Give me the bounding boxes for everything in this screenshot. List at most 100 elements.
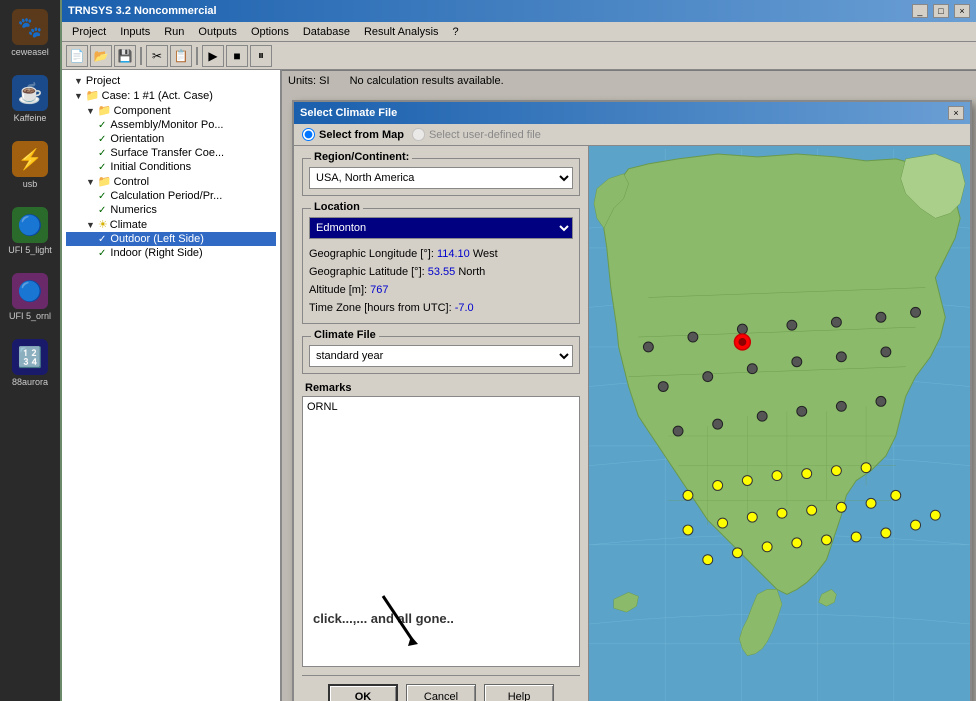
- dialog-overlay: Select Climate File × Select from Map: [282, 70, 976, 701]
- altitude-row: Altitude [m]: 767: [309, 281, 573, 299]
- tree-outdoor-label: Outdoor (Left Side): [110, 233, 204, 245]
- toolbar-copy[interactable]: 📋: [170, 45, 192, 67]
- outdoor-check-icon: ✓: [98, 234, 106, 245]
- tree-surface-transfer[interactable]: ✓ Surface Transfer Coe...: [66, 146, 276, 160]
- dialog-close-button[interactable]: ×: [948, 106, 964, 120]
- menu-help[interactable]: ?: [447, 25, 465, 39]
- component-expand-icon: ▼: [86, 106, 95, 116]
- longitude-value: 114.10: [437, 248, 470, 260]
- numerics-check-icon: ✓: [98, 205, 106, 216]
- dialog-buttons: OK Cancel Help: [302, 675, 580, 701]
- usb-icon: ⚡: [12, 141, 48, 177]
- dialog-body: Region/Continent: USA, North America Eur…: [294, 146, 970, 701]
- tree-calc-period[interactable]: ✓ Calculation Period/Pr...: [66, 189, 276, 203]
- toolbar-cut[interactable]: ✂: [146, 45, 168, 67]
- assembly-check-icon: ✓: [98, 120, 106, 131]
- case-icon: 📁: [86, 89, 100, 102]
- taskbar-icon-ceweasel[interactable]: 🐾 ceweasel: [5, 4, 55, 62]
- app-title-bar: TRNSYS 3.2 Noncommercial _ □ ×: [62, 0, 976, 22]
- tree-orientation[interactable]: ✓ Orientation: [66, 132, 276, 146]
- ufi5ornl-label: UFI 5_ornl: [9, 311, 51, 321]
- tree-root[interactable]: ▼ Project: [66, 74, 276, 88]
- toolbar-pause[interactable]: ⏸: [250, 45, 272, 67]
- edmonton-inner: [738, 338, 746, 346]
- toolbar-stop[interactable]: ■: [226, 45, 248, 67]
- region-select[interactable]: USA, North America Europe Asia: [309, 167, 573, 189]
- tree-outdoor[interactable]: ✓ Outdoor (Left Side): [66, 232, 276, 246]
- map-area[interactable]: [589, 146, 970, 701]
- tab-map-radio[interactable]: [302, 128, 315, 141]
- tab-map-label: Select from Map: [319, 129, 404, 141]
- dialog-controls: ×: [948, 106, 964, 120]
- tab-row: Select from Map Select user-defined file: [294, 124, 970, 146]
- ceweasel-icon: 🐾: [12, 9, 48, 45]
- taskbar-icon-ufi5ornl[interactable]: 🔵 UFI 5_ornl: [5, 268, 55, 326]
- tree-surface-label: Surface Transfer Coe...: [110, 147, 224, 159]
- orientation-check-icon: ✓: [98, 134, 106, 145]
- minimize-button[interactable]: _: [912, 4, 928, 18]
- main-content: Select Climate File × Select from Map: [282, 70, 976, 701]
- climate-icon: ☀: [98, 218, 108, 231]
- cancel-button[interactable]: Cancel: [406, 684, 476, 701]
- tree-case[interactable]: ▼ 📁 Case: 1 #1 (Act. Case): [66, 88, 276, 103]
- toolbar-open[interactable]: 📂: [90, 45, 112, 67]
- timezone-value: -7.0: [455, 302, 474, 314]
- tree-assembly-label: Assembly/Monitor Po...: [110, 119, 223, 131]
- annotation-arrow: [363, 586, 443, 666]
- menu-project[interactable]: Project: [66, 25, 112, 39]
- toolbar: 📄 📂 💾 ✂ 📋 ▶ ■ ⏸: [62, 42, 976, 70]
- longitude-label: Geographic Longitude [°]:: [309, 248, 434, 260]
- toolbar-save[interactable]: 💾: [114, 45, 136, 67]
- taskbar-icon-88aurora[interactable]: 🔢 88aurora: [5, 334, 55, 392]
- remarks-section: Remarks ORNL click...,... and all gone..: [302, 382, 580, 667]
- tab-select-from-map[interactable]: Select from Map: [302, 128, 404, 141]
- title-bar-controls: _ □ ×: [910, 4, 970, 18]
- maximize-button[interactable]: □: [933, 4, 949, 18]
- desktop: 🐾 ceweasel ☕ Kaffeine ⚡ usb 🔵 UFI 5_ligh…: [0, 0, 976, 701]
- taskbar-icon-kaffeine[interactable]: ☕ Kaffeine: [5, 70, 55, 128]
- dialog-title: Select Climate File: [300, 107, 397, 119]
- tree-root-label: Project: [86, 75, 120, 87]
- menu-run[interactable]: Run: [158, 25, 190, 39]
- calc-check-icon: ✓: [98, 191, 106, 202]
- component-icon: 📁: [98, 104, 112, 117]
- case-expand-icon: ▼: [74, 91, 83, 101]
- tree-numerics[interactable]: ✓ Numerics: [66, 203, 276, 217]
- menu-result-analysis[interactable]: Result Analysis: [358, 25, 445, 39]
- taskbar-icon-ufi5light[interactable]: 🔵 UFI 5_light: [5, 202, 55, 260]
- tree-indoor[interactable]: ✓ Indoor (Right Side): [66, 246, 276, 260]
- tree-initial-conditions[interactable]: ✓ Initial Conditions: [66, 160, 276, 174]
- surface-check-icon: ✓: [98, 148, 106, 159]
- toolbar-run[interactable]: ▶: [202, 45, 224, 67]
- climate-file-group: Climate File standard year typical year …: [302, 336, 580, 374]
- ok-button[interactable]: OK: [328, 684, 398, 701]
- help-button[interactable]: Help: [484, 684, 554, 701]
- tree-assembly-monitor[interactable]: ✓ Assembly/Monitor Po...: [66, 118, 276, 132]
- longitude-dir: West: [473, 248, 498, 260]
- menu-inputs[interactable]: Inputs: [114, 25, 156, 39]
- tree-orientation-label: Orientation: [110, 133, 164, 145]
- tab-user-radio[interactable]: [412, 128, 425, 141]
- menu-options[interactable]: Options: [245, 25, 295, 39]
- tree-component[interactable]: ▼ 📁 Component: [66, 103, 276, 118]
- ufi5light-label: UFI 5_light: [8, 245, 52, 255]
- location-select[interactable]: Edmonton Calgary Vancouver: [309, 217, 573, 239]
- longitude-row: Geographic Longitude [°]: 114.10 West: [309, 245, 573, 263]
- initial-check-icon: ✓: [98, 162, 106, 173]
- menu-database[interactable]: Database: [297, 25, 356, 39]
- tab-user-defined[interactable]: Select user-defined file: [412, 128, 541, 141]
- ceweasel-label: ceweasel: [11, 47, 49, 57]
- tree-control[interactable]: ▼ 📁 Control: [66, 174, 276, 189]
- climate-file-select[interactable]: standard year typical year custom: [309, 345, 573, 367]
- tree-climate[interactable]: ▼ ☀ Climate: [66, 217, 276, 232]
- menu-outputs[interactable]: Outputs: [192, 25, 243, 39]
- app-title: TRNSYS 3.2 Noncommercial: [68, 5, 217, 17]
- altitude-value: 767: [370, 284, 388, 296]
- close-button[interactable]: ×: [954, 4, 970, 18]
- remarks-label: Remarks: [302, 382, 580, 394]
- altitude-label: Altitude [m]:: [309, 284, 367, 296]
- latitude-dir: North: [458, 266, 485, 278]
- taskbar-icon-usb[interactable]: ⚡ usb: [5, 136, 55, 194]
- tree-numerics-label: Numerics: [110, 204, 156, 216]
- toolbar-new[interactable]: 📄: [66, 45, 88, 67]
